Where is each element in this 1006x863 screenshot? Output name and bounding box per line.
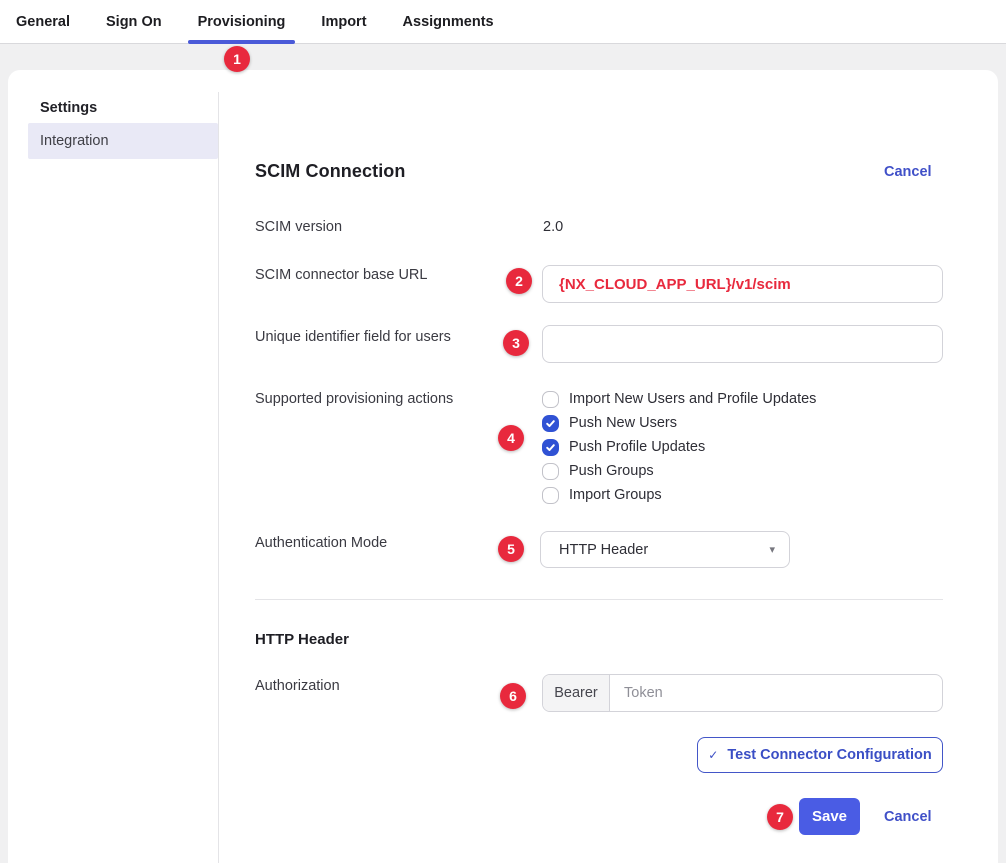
checkbox-box: [542, 391, 559, 408]
checkbox-box: [542, 415, 559, 432]
test-connector-button[interactable]: ✓ Test Connector Configuration: [697, 737, 943, 773]
check-icon: [545, 442, 556, 453]
auth-mode-label: Authentication Mode: [255, 535, 387, 551]
tab-general[interactable]: General: [6, 0, 80, 43]
checkbox-label: Push Groups: [569, 463, 654, 479]
token-input[interactable]: [610, 675, 942, 711]
checkbox-push-profile-updates[interactable]: Push Profile Updates: [542, 438, 705, 456]
checkbox-import-new-users[interactable]: Import New Users and Profile Updates: [542, 390, 816, 408]
tab-import[interactable]: Import: [311, 0, 376, 43]
checkbox-push-groups[interactable]: Push Groups: [542, 462, 654, 480]
base-url-label: SCIM connector base URL: [255, 267, 427, 283]
auth-mode-value: HTTP Header: [559, 542, 769, 558]
cancel-link-top[interactable]: Cancel: [884, 164, 932, 180]
auth-mode-select[interactable]: HTTP Header ▾: [540, 531, 790, 568]
caret-down-icon: ▾: [769, 543, 775, 556]
checkbox-push-new-users[interactable]: Push New Users: [542, 414, 677, 432]
cancel-link-bottom[interactable]: Cancel: [884, 809, 932, 825]
sidebar-divider: [218, 92, 219, 863]
annotation-badge-2: 2: [506, 268, 532, 294]
scim-version-label: SCIM version: [255, 219, 342, 235]
tab-bar: General Sign On Provisioning Import Assi…: [0, 0, 1006, 44]
check-icon: [545, 418, 556, 429]
tab-label: Sign On: [106, 14, 162, 30]
checkbox-box: [542, 439, 559, 456]
checkbox-label: Import New Users and Profile Updates: [569, 391, 816, 407]
page-title: SCIM Connection: [255, 161, 406, 182]
section-divider: [255, 599, 943, 600]
unique-id-input[interactable]: [542, 325, 943, 363]
scim-version-value: 2.0: [543, 219, 563, 235]
checkbox-label: Import Groups: [569, 487, 662, 503]
annotation-badge-5: 5: [498, 536, 524, 562]
tab-assignments[interactable]: Assignments: [393, 0, 504, 43]
tab-label: Assignments: [403, 14, 494, 30]
actions-label: Supported provisioning actions: [255, 391, 453, 407]
http-header-section-title: HTTP Header: [255, 631, 349, 648]
annotation-badge-1: 1: [224, 46, 250, 72]
save-button[interactable]: Save: [799, 798, 860, 835]
check-icon: ✓: [708, 748, 718, 762]
annotation-badge-6: 6: [500, 683, 526, 709]
tab-sign-on[interactable]: Sign On: [96, 0, 172, 43]
checkbox-label: Push Profile Updates: [569, 439, 705, 455]
checkbox-box: [542, 463, 559, 480]
checkbox-import-groups[interactable]: Import Groups: [542, 486, 662, 504]
annotation-badge-4: 4: [498, 425, 524, 451]
checkbox-box: [542, 487, 559, 504]
annotation-badge-3: 3: [503, 330, 529, 356]
bearer-prefix: Bearer: [543, 675, 610, 711]
tab-label: Provisioning: [198, 14, 286, 30]
app-screen: General Sign On Provisioning Import Assi…: [0, 0, 1006, 863]
authorization-label: Authorization: [255, 678, 340, 694]
tab-label: General: [16, 14, 70, 30]
sidebar-item-integration[interactable]: Integration: [28, 123, 218, 159]
tab-provisioning[interactable]: Provisioning: [188, 0, 296, 43]
tab-label: Import: [321, 14, 366, 30]
test-connector-label: Test Connector Configuration: [727, 747, 931, 763]
sidebar-section-title: Settings: [40, 100, 97, 116]
authorization-input-group: Bearer: [542, 674, 943, 712]
unique-id-label: Unique identifier field for users: [255, 329, 451, 345]
annotation-badge-7: 7: [767, 804, 793, 830]
checkbox-label: Push New Users: [569, 415, 677, 431]
base-url-input[interactable]: [542, 265, 943, 303]
